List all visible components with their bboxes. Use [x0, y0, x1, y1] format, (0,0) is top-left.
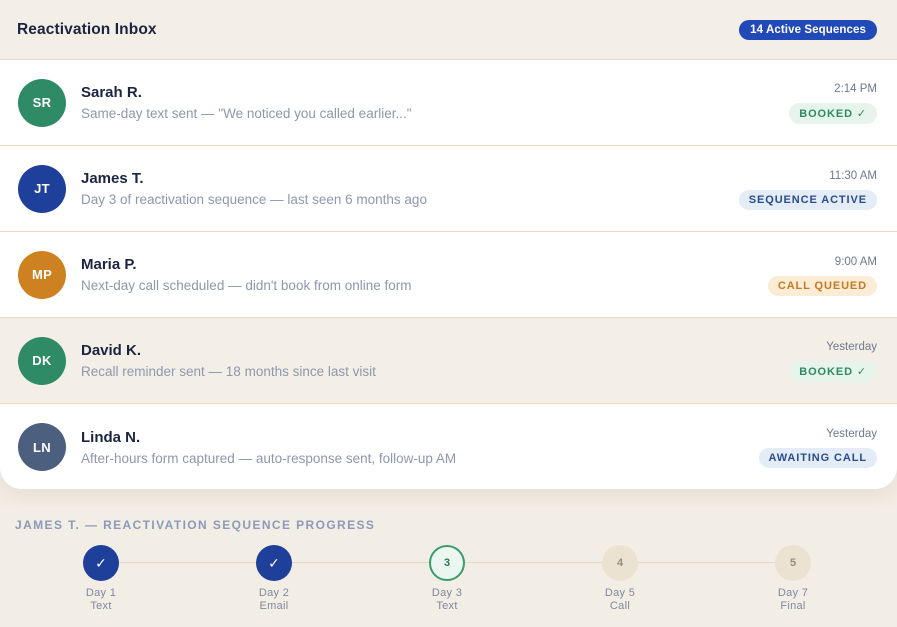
- status-badge: CALL QUEUED: [767, 275, 877, 296]
- row-info: Sarah R. Same-day text sent — "We notice…: [81, 84, 789, 121]
- status-badge: SEQUENCE ACTIVE: [738, 189, 877, 210]
- contact-description: After-hours form captured — auto-respons…: [81, 450, 457, 466]
- row-meta: Yesterday AWAITING CALL: [758, 426, 877, 468]
- step-label: Day 2 Email: [259, 587, 289, 613]
- contact-description: Next-day call scheduled — didn't book fr…: [81, 278, 412, 293]
- contact-name: David K.: [81, 342, 142, 359]
- step-day: Day 2: [258, 587, 290, 599]
- timestamp: 2:14 PM: [834, 83, 877, 95]
- progress-step: 3 Day 3 Text: [407, 545, 487, 613]
- status-badge: BOOKED ✓: [789, 103, 877, 124]
- contact-name: Sarah R.: [81, 84, 142, 101]
- step-day: Day 3: [431, 587, 463, 599]
- sequence-progress-title: JAMES T. — REACTIVATION SEQUENCE PROGRES…: [15, 518, 376, 532]
- row-meta: 11:30 AM SEQUENCE ACTIVE: [738, 168, 877, 210]
- sequence-progress: ✓ Day 1 Text ✓ Day 2 Email 3 Day 3 Text …: [0, 545, 897, 625]
- avatar: SR: [18, 78, 66, 127]
- row-info: David K. Recall reminder sent — 18 month…: [81, 342, 789, 379]
- avatar: LN: [18, 423, 66, 471]
- step-label: Day 5 Call: [605, 587, 635, 613]
- contact-description: Day 3 of reactivation sequence — last se…: [81, 192, 427, 207]
- step-label: Day 1 Text: [86, 587, 116, 613]
- active-sequences-badge[interactable]: 14 Active Sequences: [739, 19, 877, 40]
- timestamp: 11:30 AM: [829, 169, 877, 182]
- contact-name: Linda N.: [81, 428, 141, 446]
- step-action: Text: [436, 600, 458, 612]
- step-day: Day 1: [85, 587, 117, 599]
- step-action: Email: [259, 600, 289, 612]
- step-label: Day 3 Text: [432, 587, 462, 613]
- checkmark-icon: ✓: [83, 545, 119, 581]
- row-meta: Yesterday BOOKED ✓: [789, 339, 877, 382]
- step-number: 5: [775, 545, 811, 581]
- step-action: Text: [90, 600, 112, 612]
- timestamp: 9:00 AM: [834, 255, 877, 268]
- step-day: Day 7: [777, 587, 809, 599]
- inbox-row[interactable]: SR Sarah R. Same-day text sent — "We not…: [0, 60, 897, 146]
- row-meta: 9:00 AM CALL QUEUED: [767, 254, 877, 296]
- contact-name: Maria P.: [81, 256, 137, 273]
- row-info: Linda N. After-hours form captured — aut…: [81, 429, 759, 466]
- step-number: 3: [429, 545, 465, 581]
- inbox-list: SR Sarah R. Same-day text sent — "We not…: [0, 60, 897, 489]
- progress-step: ✓ Day 2 Email: [234, 545, 314, 613]
- step-action: Call: [609, 600, 631, 612]
- contact-description: Same-day text sent — "We noticed you cal…: [81, 106, 412, 121]
- timestamp: Yesterday: [826, 428, 877, 440]
- inbox-row[interactable]: LN Linda N. After-hours form captured — …: [0, 404, 897, 489]
- step-action: Final: [780, 600, 806, 612]
- progress-step: ✓ Day 1 Text: [61, 545, 141, 613]
- step-label: Day 7 Final: [778, 587, 808, 613]
- row-info: James T. Day 3 of reactivation sequence …: [81, 170, 739, 207]
- contact-description: Recall reminder sent — 18 months since l…: [81, 364, 376, 379]
- inbox-row[interactable]: MP Maria P. Next-day call scheduled — di…: [0, 232, 897, 318]
- step-day: Day 5: [604, 587, 636, 599]
- inbox-header: Reactivation Inbox 14 Active Sequences: [0, 0, 897, 60]
- inbox-title: Reactivation Inbox: [17, 20, 157, 38]
- row-meta: 2:14 PM BOOKED ✓: [789, 81, 877, 124]
- status-badge: AWAITING CALL: [758, 448, 877, 468]
- checkmark-icon: ✓: [256, 545, 292, 581]
- avatar: DK: [18, 336, 66, 385]
- status-badge: BOOKED ✓: [789, 361, 877, 382]
- row-info: Maria P. Next-day call scheduled — didn'…: [81, 256, 768, 293]
- timestamp: Yesterday: [826, 341, 877, 353]
- inbox-row[interactable]: JT James T. Day 3 of reactivation sequen…: [0, 146, 897, 232]
- inbox-row[interactable]: DK David K. Recall reminder sent — 18 mo…: [0, 318, 897, 404]
- progress-step: 5 Day 7 Final: [753, 545, 833, 613]
- step-number: 4: [602, 545, 638, 581]
- contact-name: James T.: [81, 170, 144, 187]
- reactivation-inbox-card: Reactivation Inbox 14 Active Sequences S…: [0, 0, 897, 489]
- progress-step: 4 Day 5 Call: [580, 545, 660, 613]
- avatar: MP: [18, 250, 66, 299]
- avatar: JT: [18, 164, 66, 213]
